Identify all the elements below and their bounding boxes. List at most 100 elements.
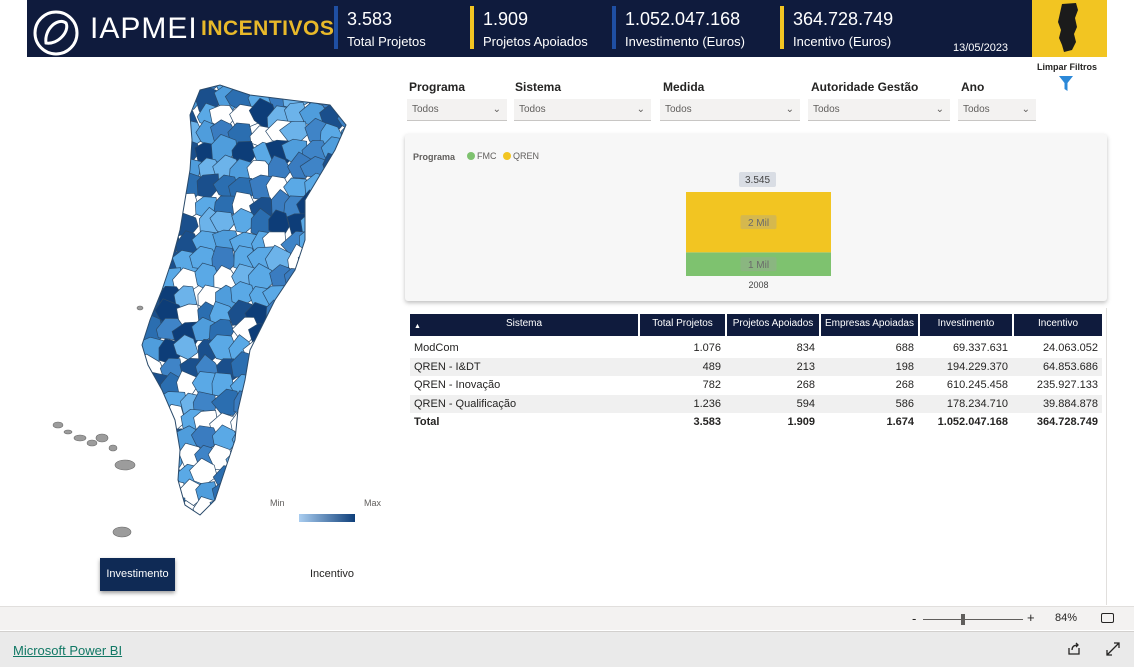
municipality-region[interactable] [265,463,297,495]
municipality-region[interactable] [123,501,149,524]
municipality-region[interactable] [316,241,346,269]
municipality-region[interactable] [263,390,290,415]
municipality-region[interactable] [122,422,150,454]
municipality-region[interactable] [280,352,306,384]
municipality-region[interactable] [302,267,330,291]
municipality-region[interactable] [119,478,148,509]
municipality-region[interactable] [318,337,345,366]
municipality-region[interactable] [301,444,333,469]
municipality-region[interactable] [337,155,363,180]
municipality-region[interactable] [335,300,365,327]
municipality-region[interactable] [337,372,367,399]
municipality-region[interactable] [248,448,276,473]
municipality-region[interactable] [248,391,272,416]
filter-funnel-icon[interactable] [1059,76,1073,92]
municipality-region[interactable] [123,390,150,416]
municipality-region[interactable] [266,336,294,360]
municipality-region[interactable] [141,80,168,89]
municipality-region[interactable] [230,411,256,435]
table-row[interactable]: ModCom 1.076 834 688 69.337.631 24.063.052 [410,339,1102,357]
municipality-region[interactable] [281,431,309,457]
municipality-region[interactable] [139,103,169,131]
municipality-region[interactable] [137,264,165,290]
municipality-region[interactable] [157,85,183,112]
filter-autoridade-dropdown[interactable]: Todos ⌄ [808,99,950,121]
municipality-region[interactable] [138,187,166,219]
municipality-region[interactable] [340,80,366,95]
municipality-region[interactable] [123,83,151,107]
municipality-region[interactable] [338,282,366,310]
municipality-region[interactable] [267,369,292,397]
municipality-region[interactable] [319,280,346,309]
municipality-region[interactable] [123,137,151,166]
municipality-region[interactable] [124,410,152,438]
municipality-region[interactable] [319,351,343,379]
fit-to-page-icon[interactable] [1101,613,1114,623]
municipality-region[interactable] [123,247,149,278]
filter-programa-dropdown[interactable]: Todos ⌄ [407,99,507,121]
municipality-region[interactable] [337,332,366,364]
municipality-region[interactable] [265,299,293,328]
municipality-region[interactable] [317,447,346,475]
col-header-incentivo[interactable]: Incentivo [1014,314,1102,336]
municipality-region[interactable] [136,225,164,254]
municipality-region[interactable] [157,174,186,202]
municipality-region[interactable] [157,478,185,509]
municipality-region[interactable] [248,352,278,381]
municipality-region[interactable] [338,406,365,435]
portugal-choropleth-map[interactable] [50,80,370,550]
municipality-region[interactable] [123,80,148,94]
municipality-region[interactable] [124,158,151,185]
table-row[interactable]: QREN - Qualificação 1.236 594 586 178.234.71… [410,395,1102,413]
zoom-slider-thumb[interactable] [961,614,965,625]
municipality-region[interactable] [246,80,278,93]
clear-filters-label[interactable]: Limpar Filtros [1037,62,1097,72]
municipality-region[interactable] [340,197,362,223]
municipality-region[interactable] [232,483,257,509]
municipality-region[interactable] [305,333,331,362]
municipality-region[interactable] [306,461,334,491]
municipality-region[interactable] [228,496,258,526]
municipality-region[interactable] [321,477,347,509]
municipality-region[interactable] [340,251,365,277]
municipality-region[interactable] [264,354,291,378]
municipality-region[interactable] [334,264,360,296]
zoom-in-button[interactable]: + [1027,610,1035,625]
municipality-region[interactable] [316,372,345,400]
municipality-region[interactable] [301,426,327,456]
municipality-region[interactable] [282,458,312,486]
municipality-region[interactable] [159,119,188,144]
municipality-region[interactable] [318,315,346,341]
municipality-region[interactable] [156,80,182,96]
municipality-region[interactable] [333,483,364,510]
municipality-region[interactable] [126,118,153,148]
municipality-region[interactable] [315,462,343,489]
filter-ano-dropdown[interactable]: Todos ⌄ [958,99,1036,121]
portugal-map-thumbnail[interactable] [1032,0,1107,57]
municipality-region[interactable] [268,413,293,437]
col-header-sistema[interactable]: Sistema ▲ [410,314,638,336]
municipality-region[interactable] [159,190,187,217]
municipality-region[interactable] [338,140,362,166]
municipality-region[interactable] [337,320,363,348]
municipality-region[interactable] [322,267,350,289]
zoom-slider-track[interactable] [923,619,1023,620]
municipality-region[interactable] [286,213,314,235]
municipality-region[interactable] [142,462,168,491]
incentivo-button[interactable]: Incentivo [310,568,354,580]
municipality-region[interactable] [138,443,165,472]
municipality-region[interactable] [298,306,325,328]
municipality-region[interactable] [314,301,343,327]
municipality-region[interactable] [125,105,152,130]
municipality-region[interactable] [230,462,255,489]
municipality-region[interactable] [142,85,165,110]
municipality-region[interactable] [322,152,347,179]
table-row[interactable]: QREN - Inovação 782 268 268 610.245.458 235.9… [410,376,1102,394]
municipality-region[interactable] [283,320,311,346]
municipality-region[interactable] [285,410,311,437]
municipality-region[interactable] [336,178,363,205]
municipality-region[interactable] [319,192,346,221]
municipality-region[interactable] [141,136,171,166]
municipality-region[interactable] [264,80,292,92]
municipality-region[interactable] [142,174,168,199]
